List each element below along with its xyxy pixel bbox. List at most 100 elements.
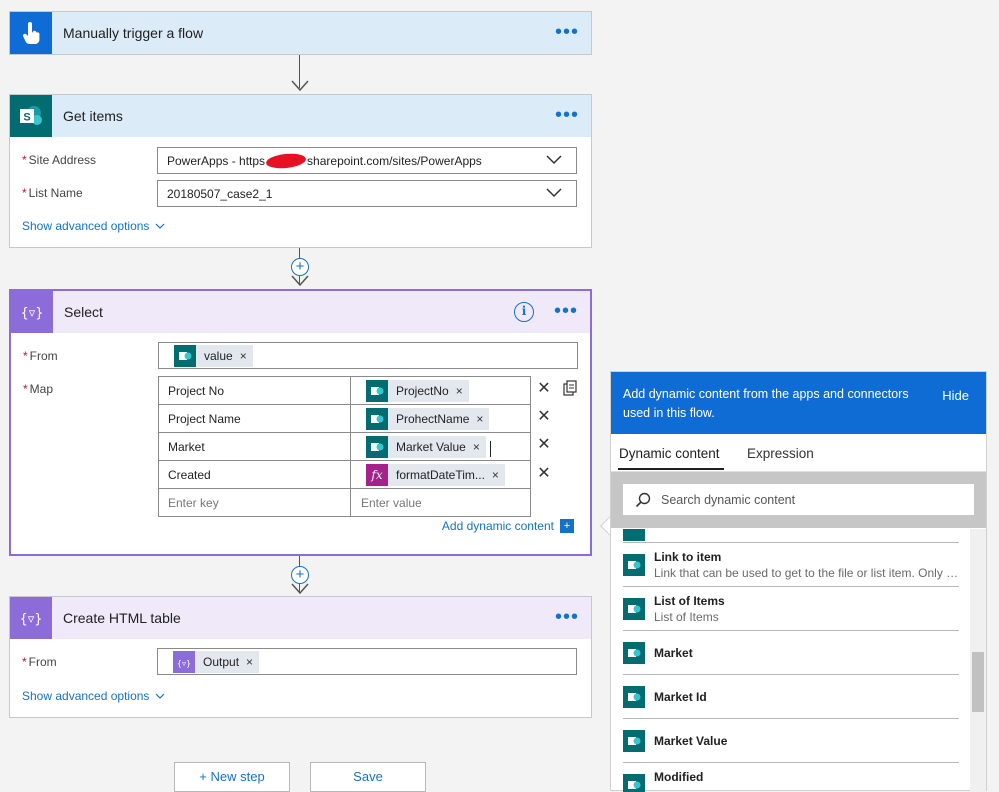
- redaction-mark: [265, 151, 307, 170]
- prohectname-token[interactable]: ProhectName ×: [366, 407, 490, 430]
- remove-token-icon[interactable]: ×: [456, 384, 463, 398]
- dynamic-content-panel: Add dynamic content from the apps and co…: [610, 371, 987, 792]
- from-input[interactable]: {▿} Output ×: [157, 648, 577, 675]
- delete-row-icon[interactable]: ✕: [536, 381, 552, 397]
- sharepoint-icon: [623, 598, 645, 620]
- trigger-card-header[interactable]: Manually trigger a flow •••: [10, 12, 591, 54]
- map-value-input[interactable]: ProhectName ×: [350, 404, 531, 433]
- select-action-icon: {▿}: [173, 650, 195, 673]
- sharepoint-icon: [623, 529, 645, 541]
- formatdatetime-token[interactable]: fx formatDateTim... ×: [366, 463, 505, 486]
- trigger-card[interactable]: Manually trigger a flow •••: [9, 11, 592, 55]
- table-row: Market Market Value ×: [158, 432, 531, 461]
- projectno-token[interactable]: ProjectNo ×: [366, 379, 469, 402]
- remove-token-icon[interactable]: ×: [476, 412, 483, 426]
- table-row: Created fx formatDateTim... ×: [158, 460, 531, 489]
- list-item[interactable]: Market Value: [623, 719, 959, 763]
- more-options-icon[interactable]: •••: [555, 22, 579, 42]
- show-advanced-options-link[interactable]: Show advanced options: [22, 689, 165, 703]
- scrollbar-thumb[interactable]: [972, 652, 984, 712]
- hide-panel-button[interactable]: Hide: [942, 386, 969, 405]
- more-options-icon[interactable]: •••: [555, 105, 579, 125]
- sharepoint-icon: [174, 344, 196, 367]
- add-dynamic-content-link[interactable]: Add dynamic content +: [442, 519, 574, 533]
- insert-step-button[interactable]: +: [291, 566, 309, 584]
- market-value-token[interactable]: Market Value ×: [366, 435, 486, 458]
- arrow-down-icon: [291, 80, 309, 92]
- search-dynamic-content-input[interactable]: Search dynamic content: [623, 484, 974, 515]
- item-title: List of Items: [654, 594, 725, 608]
- select-card-header[interactable]: {▿} Select i •••: [11, 291, 590, 333]
- delete-row-icon[interactable]: ✕: [536, 437, 552, 453]
- map-key-input[interactable]: Project No: [158, 376, 351, 405]
- arrow-down-icon: [291, 583, 309, 595]
- html-table-card-header[interactable]: {▿} Create HTML table •••: [10, 597, 591, 639]
- remove-token-icon[interactable]: ×: [246, 655, 253, 669]
- delete-row-icon[interactable]: ✕: [536, 409, 552, 425]
- map-value-input[interactable]: Enter value: [350, 488, 531, 517]
- site-address-suffix: sharepoint.com/sites/PowerApps: [307, 153, 482, 168]
- more-options-icon[interactable]: •••: [554, 301, 578, 321]
- info-icon[interactable]: i: [514, 302, 534, 322]
- delete-row-icon[interactable]: ✕: [536, 466, 552, 482]
- site-address-dropdown[interactable]: PowerApps - https sharepoint.com/sites/Po…: [157, 147, 577, 174]
- select-action-icon: {▿}: [11, 291, 53, 333]
- remove-token-icon[interactable]: ×: [240, 349, 247, 363]
- item-title: Market Id: [654, 690, 707, 704]
- remove-token-icon[interactable]: ×: [473, 440, 480, 454]
- list-item[interactable]: Market: [623, 631, 959, 675]
- sharepoint-icon: S: [10, 95, 52, 137]
- svg-text:S: S: [23, 112, 30, 124]
- arrow-down-icon: [291, 275, 309, 287]
- card-title: Create HTML table: [63, 610, 181, 626]
- sharepoint-icon: [623, 686, 645, 708]
- panel-tabs: Dynamic content Expression: [611, 434, 986, 472]
- new-step-button[interactable]: + New step: [174, 762, 290, 792]
- save-button[interactable]: Save: [310, 762, 426, 792]
- item-description: List of Items: [654, 610, 719, 624]
- map-value-input[interactable]: fx formatDateTim... ×: [350, 460, 531, 489]
- token-label: formatDateTim...: [396, 467, 485, 482]
- select-card[interactable]: {▿} Select i ••• * From value × * Map Proj…: [9, 289, 592, 556]
- list-item[interactable]: [623, 529, 959, 543]
- map-label: * Map: [23, 382, 54, 396]
- insert-step-button[interactable]: +: [291, 258, 309, 276]
- sharepoint-icon: [366, 407, 388, 430]
- remove-token-icon[interactable]: ×: [492, 468, 499, 482]
- list-item[interactable]: List of Items List of Items: [623, 587, 959, 631]
- tab-dynamic-content[interactable]: Dynamic content: [619, 446, 720, 461]
- map-value-input[interactable]: Market Value ×: [350, 432, 531, 461]
- switch-to-text-mode-icon[interactable]: [562, 380, 578, 398]
- site-address-prefix: PowerApps - https: [167, 153, 266, 168]
- list-name-label: * List Name: [22, 186, 83, 200]
- map-key-input[interactable]: Project Name: [158, 404, 351, 433]
- map-value-input[interactable]: ProjectNo ×: [350, 376, 531, 405]
- sharepoint-icon: [366, 435, 388, 458]
- touch-hand-icon: [10, 12, 52, 54]
- get-items-card-header[interactable]: S Get items •••: [10, 95, 591, 137]
- map-key-input[interactable]: Enter key: [158, 488, 351, 517]
- map-key-input[interactable]: Market: [158, 432, 351, 461]
- list-name-dropdown[interactable]: 20180507_case2_1: [157, 180, 577, 207]
- chevron-down-icon: [546, 155, 562, 165]
- chevron-down-icon: [546, 188, 562, 198]
- more-options-icon[interactable]: •••: [555, 607, 579, 627]
- show-advanced-options-link[interactable]: Show advanced options: [22, 219, 165, 233]
- map-key-input[interactable]: Created: [158, 460, 351, 489]
- from-label: * From: [22, 655, 57, 669]
- from-input[interactable]: value ×: [158, 342, 578, 369]
- output-token[interactable]: {▿} Output ×: [173, 650, 260, 673]
- list-item[interactable]: Market Id: [623, 675, 959, 719]
- chevron-down-icon: [156, 693, 165, 699]
- get-items-card[interactable]: S Get items ••• * Site Address PowerApps …: [9, 94, 592, 248]
- from-label: * From: [23, 349, 58, 363]
- text-cursor: [489, 441, 491, 458]
- list-item[interactable]: Link to item Link that can be used to ge…: [623, 543, 959, 587]
- tab-expression[interactable]: Expression: [747, 446, 814, 461]
- panel-header: Add dynamic content from the apps and co…: [611, 372, 986, 434]
- list-item[interactable]: Modified: [623, 763, 959, 792]
- create-html-table-card[interactable]: {▿} Create HTML table ••• * From {▿} Outp…: [9, 596, 592, 718]
- panel-scrollbar[interactable]: [970, 529, 986, 792]
- token-label: Market Value: [396, 439, 466, 454]
- value-token[interactable]: value ×: [174, 344, 253, 367]
